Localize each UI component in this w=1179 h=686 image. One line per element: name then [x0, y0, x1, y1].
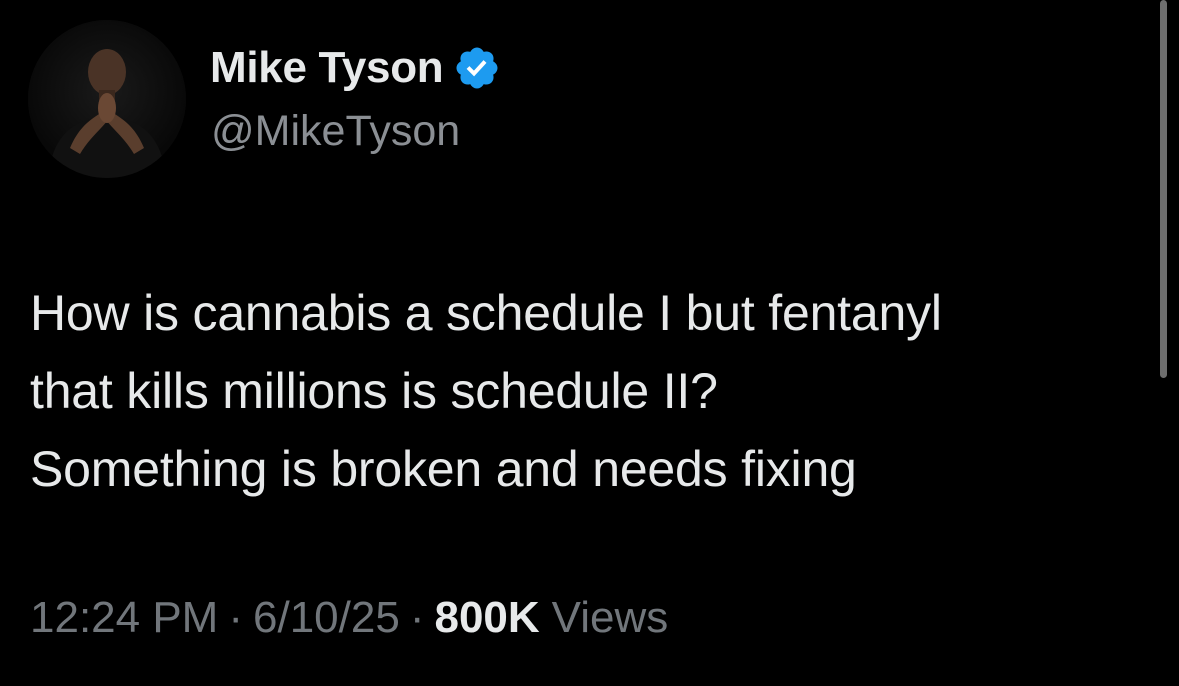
avatar-image — [28, 20, 186, 178]
author-display-name[interactable]: Mike Tyson — [210, 46, 444, 90]
tweet-date[interactable]: 6/10/25 — [253, 588, 400, 648]
meta-separator: · — [409, 593, 425, 642]
tweet-time[interactable]: 12:24 PM — [30, 588, 218, 648]
tweet-meta: 12:24 PM · 6/10/25 · 800K Views — [30, 588, 668, 648]
tweet-card: Mike Tyson @MikeTyson How is cannabis a … — [0, 0, 1179, 686]
views-count[interactable]: 800K — [434, 588, 539, 648]
meta-separator: · — [228, 593, 243, 642]
views-label[interactable]: Views — [552, 588, 669, 648]
tweet-text: How is cannabis a schedule I but fentany… — [30, 285, 942, 497]
scrollbar-thumb[interactable] — [1160, 0, 1167, 378]
avatar[interactable] — [28, 20, 186, 178]
author-handle[interactable]: @MikeTyson — [211, 107, 460, 155]
verified-badge-icon — [453, 44, 501, 92]
author-name-row[interactable]: Mike Tyson — [210, 40, 501, 96]
